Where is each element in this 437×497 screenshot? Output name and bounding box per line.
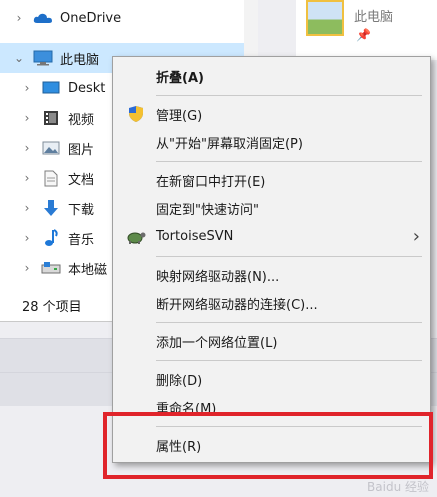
video-icon bbox=[40, 109, 62, 127]
chevron-right-icon[interactable]: › bbox=[18, 261, 36, 275]
pin-icon: 📌 bbox=[356, 28, 371, 42]
menu-item-label: TortoiseSVN bbox=[156, 228, 234, 244]
documents-icon bbox=[40, 169, 62, 187]
status-item-count: 28 个项目 bbox=[22, 300, 82, 315]
menu-item-tortoisesvn[interactable]: TortoiseSVN › bbox=[113, 222, 430, 250]
tortoisesvn-icon bbox=[125, 225, 147, 247]
menu-item-collapse[interactable]: 折叠(A) bbox=[113, 62, 430, 90]
chevron-right-icon[interactable]: › bbox=[18, 81, 36, 95]
shield-icon bbox=[125, 103, 147, 125]
menu-item-map-network-drive[interactable]: 映射网络驱动器(N)... bbox=[113, 261, 430, 289]
menu-separator bbox=[156, 360, 422, 361]
chevron-down-icon[interactable]: ⌄ bbox=[10, 51, 28, 65]
nav-item-onedrive[interactable]: › OneDrive bbox=[0, 3, 244, 33]
thumbnail-label: 此电脑 bbox=[354, 10, 394, 25]
this-pc-thumbnail[interactable] bbox=[306, 0, 344, 36]
nav-item-label: 本地磁 bbox=[68, 262, 108, 278]
menu-separator bbox=[156, 256, 422, 257]
menu-item-manage[interactable]: 管理(G) bbox=[113, 100, 430, 128]
chevron-right-icon[interactable]: › bbox=[18, 141, 36, 155]
download-icon bbox=[40, 199, 62, 217]
menu-item-label: 在新窗口中打开(E) bbox=[156, 174, 266, 190]
menu-item-label: 删除(D) bbox=[156, 373, 203, 389]
menu-item-label: 添加一个网络位置(L) bbox=[156, 335, 278, 351]
onedrive-icon bbox=[32, 9, 54, 27]
menu-item-pin-quick-access[interactable]: 固定到"快速访问" bbox=[113, 194, 430, 222]
menu-separator bbox=[156, 322, 422, 323]
chevron-right-icon[interactable]: › bbox=[18, 201, 36, 215]
pictures-icon bbox=[40, 139, 62, 157]
context-menu: 折叠(A) 管理(G) 从"开始"屏幕取消固定(P) 在新窗口中打开(E) 固定… bbox=[112, 56, 431, 463]
chevron-right-icon: › bbox=[412, 225, 420, 247]
nav-item-label: 视频 bbox=[68, 112, 95, 128]
menu-item-add-network-location[interactable]: 添加一个网络位置(L) bbox=[113, 327, 430, 355]
menu-separator bbox=[156, 161, 422, 162]
nav-item-label: 此电脑 bbox=[60, 52, 100, 68]
chevron-right-icon[interactable]: › bbox=[18, 231, 36, 245]
chevron-right-icon[interactable]: › bbox=[18, 171, 36, 185]
nav-item-label: 文档 bbox=[68, 172, 95, 188]
chevron-right-icon[interactable]: › bbox=[10, 11, 28, 25]
menu-item-label: 管理(G) bbox=[156, 108, 203, 124]
this-pc-icon bbox=[32, 49, 54, 67]
menu-separator bbox=[156, 95, 422, 96]
menu-item-label: 折叠(A) bbox=[156, 70, 204, 86]
menu-item-disconnect-network-drive[interactable]: 断开网络驱动器的连接(C)... bbox=[113, 289, 430, 317]
watermark: Baidu 经验 bbox=[367, 480, 429, 494]
local-disk-icon bbox=[40, 259, 62, 277]
chevron-right-icon[interactable]: › bbox=[18, 111, 36, 125]
nav-item-label: OneDrive bbox=[60, 10, 122, 26]
menu-item-label: 映射网络驱动器(N)... bbox=[156, 269, 280, 285]
file-pane: 此电脑 📌 bbox=[296, 0, 437, 60]
menu-item-delete[interactable]: 删除(D) bbox=[113, 365, 430, 393]
desktop-icon bbox=[40, 79, 62, 97]
menu-item-label: 断开网络驱动器的连接(C)... bbox=[156, 297, 318, 313]
menu-item-label: 从"开始"屏幕取消固定(P) bbox=[156, 136, 303, 152]
nav-item-label: 下载 bbox=[68, 202, 95, 218]
highlight-box bbox=[103, 412, 433, 479]
menu-item-open-new-window[interactable]: 在新窗口中打开(E) bbox=[113, 166, 430, 194]
menu-item-label: 固定到"快速访问" bbox=[156, 202, 259, 218]
nav-item-label: 图片 bbox=[68, 142, 95, 158]
nav-item-label: 音乐 bbox=[68, 232, 95, 248]
menu-item-unpin-start[interactable]: 从"开始"屏幕取消固定(P) bbox=[113, 128, 430, 156]
nav-item-label: Deskt bbox=[68, 80, 106, 96]
music-icon bbox=[40, 229, 62, 247]
